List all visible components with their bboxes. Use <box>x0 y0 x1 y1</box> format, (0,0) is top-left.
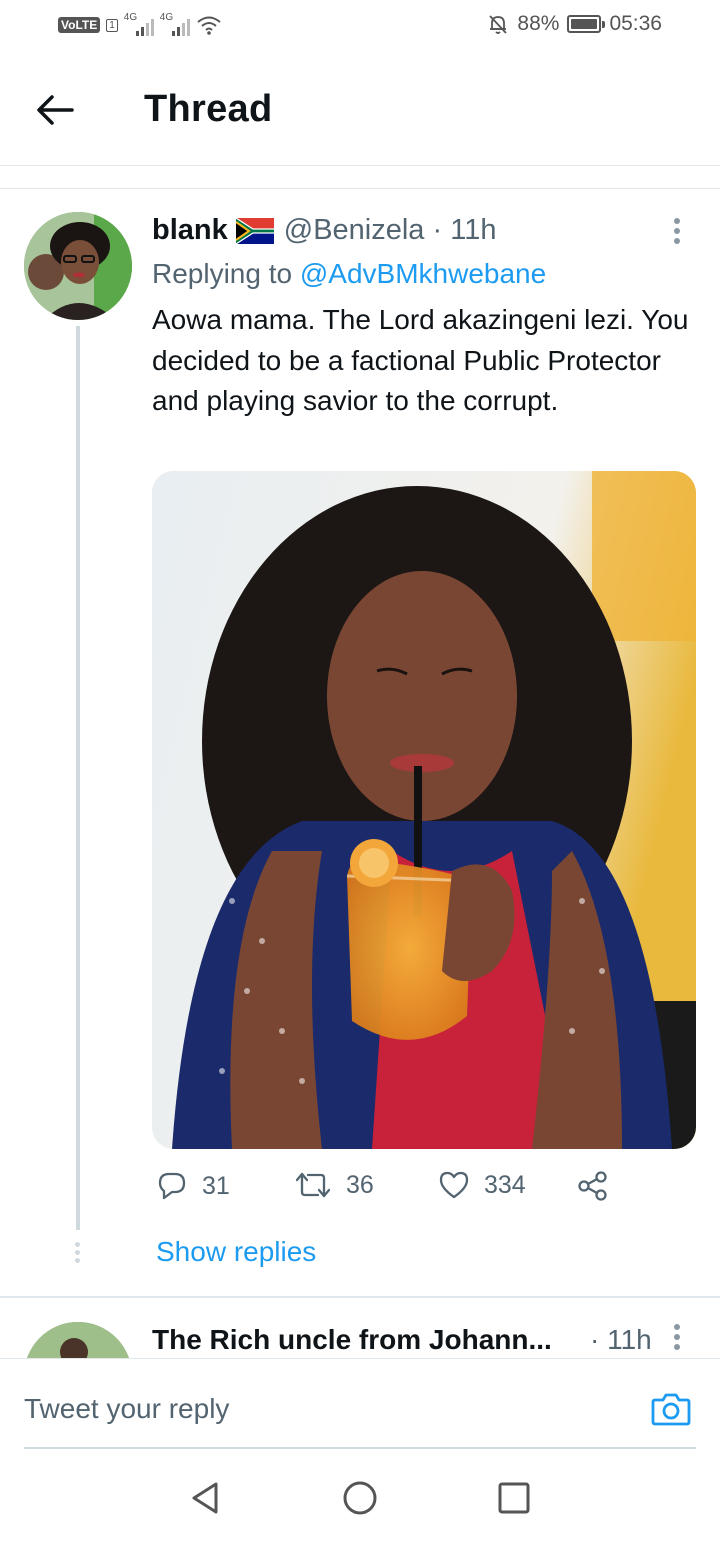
avatar[interactable] <box>24 1322 132 1358</box>
back-arrow-icon[interactable] <box>32 90 80 130</box>
bell-muted-icon <box>489 15 508 34</box>
show-replies-link[interactable]: Show replies <box>156 1236 316 1268</box>
network-type-1: 4G <box>123 12 138 23</box>
display-name[interactable]: blank <box>152 214 228 247</box>
next-tweet[interactable]: The Rich uncle from Johann... · 11h <box>0 1298 720 1358</box>
tweet-time: 11h <box>450 214 497 246</box>
recents-square-icon[interactable] <box>496 1480 532 1516</box>
replying-to: Replying to @AdvBMkhwebane <box>152 258 546 290</box>
divider <box>0 188 720 189</box>
reply-input[interactable] <box>24 1389 624 1429</box>
user-handle[interactable]: @Benizela <box>284 214 425 247</box>
wifi-icon <box>197 16 221 35</box>
camera-icon[interactable] <box>650 1389 692 1429</box>
retweet-icon <box>295 1172 331 1198</box>
more-options-icon[interactable] <box>674 218 684 244</box>
tweet-photo[interactable] <box>152 471 696 1149</box>
south-africa-flag-icon <box>235 217 274 244</box>
system-nav-bar <box>0 1452 720 1541</box>
thread-line <box>76 326 80 1230</box>
tweet[interactable]: blank @Benizela · 11h Replying to @AdvBM… <box>0 190 720 1296</box>
signal-icon-2: 4G <box>159 12 190 36</box>
share-icon <box>578 1171 607 1201</box>
share-button[interactable] <box>576 1170 610 1202</box>
home-circle-icon[interactable] <box>342 1480 378 1516</box>
app-header: Thread <box>0 54 720 166</box>
volte-badge: VoLTE <box>58 17 101 33</box>
signal-icon: 4G <box>123 12 154 36</box>
more-options-icon[interactable] <box>674 1324 684 1350</box>
status-bar: VoLTE 1 4G 4G 88% 05:36 <box>0 0 720 54</box>
reply-target-link[interactable]: @AdvBMkhwebane <box>300 258 546 289</box>
avatar[interactable] <box>24 212 132 320</box>
status-left: VoLTE 1 4G 4G <box>58 12 222 36</box>
thread-dots-icon <box>75 1242 81 1264</box>
replying-prefix: Replying to <box>152 258 300 289</box>
display-name[interactable]: The Rich uncle from Johann... <box>152 1324 552 1356</box>
reply-bar <box>0 1358 720 1449</box>
sim-indicator: 1 <box>106 18 118 32</box>
tweet-meta: blank @Benizela · 11h <box>152 214 496 247</box>
retweet-button[interactable]: 36 <box>294 1170 374 1200</box>
tweet-actions: 31 36 334 <box>152 1170 692 1210</box>
like-count: 334 <box>484 1170 526 1199</box>
clock: 05:36 <box>609 12 662 35</box>
page-title: Thread <box>144 88 273 130</box>
reply-count: 31 <box>202 1171 230 1200</box>
tweet-time: · 11h <box>590 1324 652 1355</box>
tweet-text: Aowa mama. The Lord akazingeni lezi. You… <box>152 304 689 416</box>
reply-icon <box>158 1172 186 1200</box>
reply-button[interactable]: 31 <box>156 1170 230 1202</box>
like-button[interactable]: 334 <box>438 1170 526 1200</box>
status-right: 88% 05:36 <box>487 12 662 36</box>
back-triangle-icon[interactable] <box>188 1480 224 1516</box>
meta-separator: · <box>424 214 451 246</box>
battery-percent: 88% <box>517 12 560 35</box>
input-underline <box>24 1447 696 1449</box>
heart-icon <box>439 1171 469 1199</box>
battery-icon <box>567 15 606 33</box>
network-type-2: 4G <box>159 12 174 23</box>
retweet-count: 36 <box>346 1170 374 1199</box>
